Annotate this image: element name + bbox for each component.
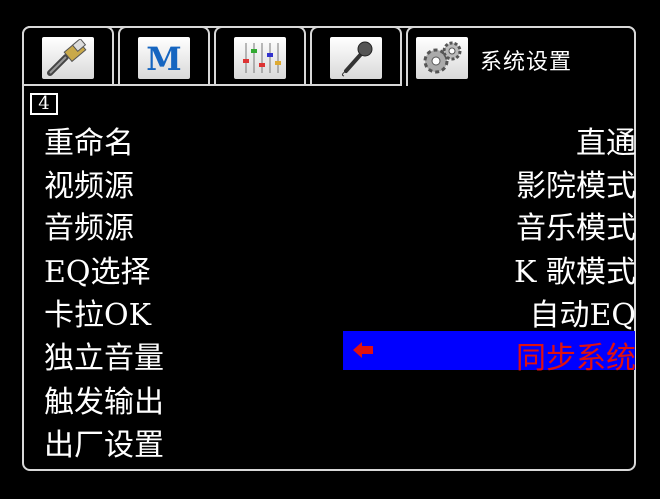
tab-mixer[interactable] — [214, 26, 306, 86]
menu-item-factory-reset[interactable]: 出厂设置 — [44, 420, 164, 464]
selection-arrow-icon — [353, 342, 373, 358]
microphone-icon — [330, 37, 382, 79]
option-auto-eq[interactable]: 自动EQ — [530, 290, 637, 334]
tab-divider — [22, 84, 402, 86]
option-music-mode[interactable]: 音乐模式 — [516, 203, 636, 247]
menu-item-trigger-output[interactable]: 触发输出 — [44, 377, 164, 421]
option-karaoke-mode[interactable]: K 歌模式 — [514, 247, 636, 291]
m-logo-icon: M — [138, 37, 190, 79]
menu-item-independent-volume[interactable]: 独立音量 — [44, 333, 164, 377]
option-cinema-mode[interactable]: 影院模式 — [516, 161, 636, 205]
tab-microphone[interactable] — [310, 26, 402, 86]
tab-system-label: 系统设置 — [480, 50, 573, 75]
option-sync-system[interactable]: 同步系统 — [516, 333, 636, 377]
page-number: 4 — [30, 93, 58, 115]
menu-item-audio-source[interactable]: 音频源 — [44, 203, 134, 247]
menu-item-video-source[interactable]: 视频源 — [44, 161, 134, 205]
tab-music[interactable]: M — [118, 26, 210, 86]
tab-hdmi[interactable] — [22, 26, 114, 86]
hdmi-cable-icon — [42, 37, 94, 79]
tab-system[interactable]: 系统设置 — [406, 26, 636, 86]
svg-text:M: M — [146, 40, 181, 77]
menu-item-rename[interactable]: 重命名 — [44, 118, 134, 162]
menu-item-karaoke[interactable]: 卡拉OK — [44, 290, 151, 334]
mixer-sliders-icon — [234, 37, 286, 79]
menu-item-eq-select[interactable]: EQ选择 — [44, 247, 151, 291]
option-passthrough[interactable]: 直通 — [576, 118, 636, 162]
gears-icon — [416, 37, 468, 79]
